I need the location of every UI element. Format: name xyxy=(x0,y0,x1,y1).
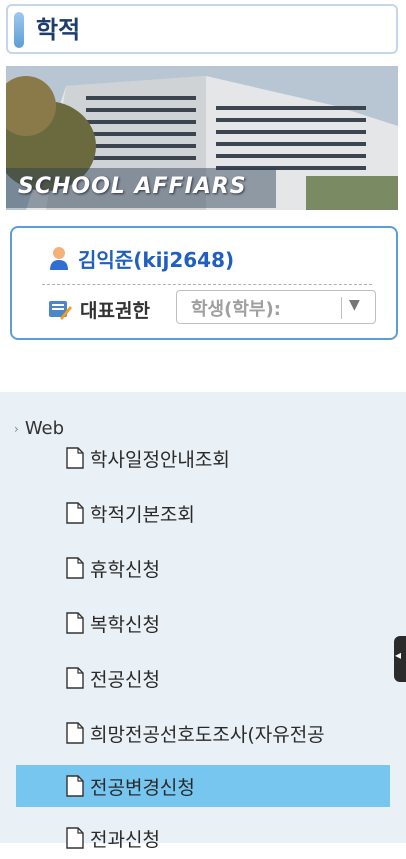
user-info-box: 김익준(kij2648) 대표권한 학생(학부): ▼ xyxy=(10,226,398,340)
section-title: 학적 xyxy=(36,16,81,44)
menu-item[interactable]: 복학신청 xyxy=(16,602,390,644)
document-icon xyxy=(66,667,84,689)
user-row: 김익준(kij2648) xyxy=(48,242,234,274)
document-icon xyxy=(66,557,84,579)
user-icon xyxy=(50,247,68,270)
banner-caption: SCHOOL AFFIARS xyxy=(18,174,247,199)
document-icon xyxy=(66,447,84,469)
chevron-right-icon: › xyxy=(14,421,19,436)
menu-item[interactable]: 희망전공선호도조사(자유전공 xyxy=(16,712,390,754)
menu-item-label: 복학신청 xyxy=(90,613,160,636)
menu-item-label: 전공신청 xyxy=(90,668,160,691)
menu-item[interactable]: 전공신청 xyxy=(16,657,390,699)
chevron-down-icon[interactable]: ▼ xyxy=(349,297,360,313)
role-select[interactable]: 학생(학부): ▼ xyxy=(176,290,376,324)
role-label: 대표권한 xyxy=(80,299,150,322)
menu-group-web[interactable]: › Web xyxy=(14,418,64,439)
collapse-handle[interactable]: ◂ xyxy=(394,636,406,682)
user-name[interactable]: 김익준(kij2648) xyxy=(78,244,234,273)
role-select-value: 학생(학부): xyxy=(191,299,281,320)
menu-item-label: 희망전공선호도조사(자유전공 xyxy=(90,723,325,746)
document-icon xyxy=(66,775,84,797)
menu-item-label: 학적기본조회 xyxy=(90,503,195,526)
menu-item[interactable]: 학적기본조회 xyxy=(16,492,390,534)
arrow-left-icon: ◂ xyxy=(395,648,402,662)
menu-item-label: 학사일정안내조회 xyxy=(90,448,230,471)
role-edit-icon xyxy=(49,301,72,320)
document-icon xyxy=(66,612,84,634)
role-row: 대표권한 xyxy=(48,290,150,328)
section-header: 학적 xyxy=(6,4,398,54)
menu-item[interactable]: 학사일정안내조회 xyxy=(16,437,390,479)
menu-item-label: 전공변경신청 xyxy=(90,776,195,799)
menu-group-label: Web xyxy=(24,418,65,439)
document-icon xyxy=(66,502,84,524)
menu-item[interactable]: 휴학신청 xyxy=(16,547,390,589)
header-accent-bar xyxy=(14,12,24,48)
select-separator xyxy=(341,297,342,319)
document-icon xyxy=(66,722,84,744)
menu-item[interactable]: 전공변경신청 xyxy=(16,765,390,807)
menu-item-label: 전과신청 xyxy=(90,828,160,851)
menu-item[interactable]: 전과신청 xyxy=(16,817,390,859)
school-affairs-banner: SCHOOL AFFIARS xyxy=(6,66,398,210)
divider xyxy=(42,284,372,285)
document-icon xyxy=(66,827,84,849)
menu-item-label: 휴학신청 xyxy=(90,558,160,581)
